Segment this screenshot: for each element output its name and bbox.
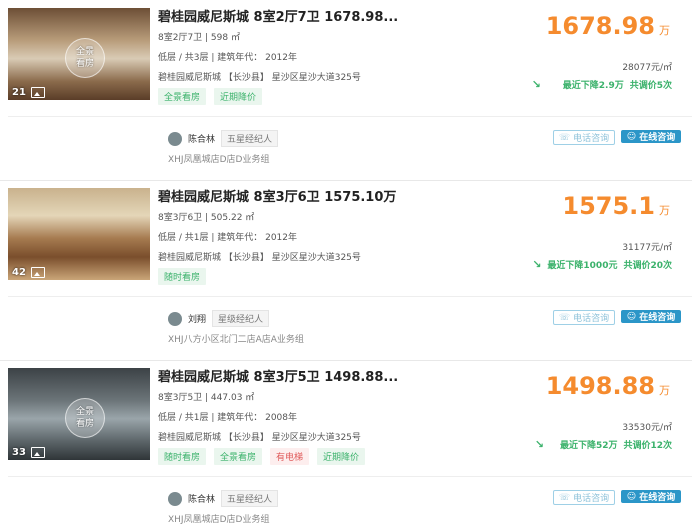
trend-down-icon: ↘ bbox=[534, 438, 544, 451]
chat-icon: ☺ bbox=[626, 131, 637, 142]
agent-level-badge: 五星经纪人 bbox=[221, 490, 279, 507]
agent-store: XHJ凤凰城店D店D业务组 bbox=[168, 515, 270, 525]
agent-level-badge: 星级经纪人 bbox=[212, 310, 270, 327]
tag-list: 全景看房 近期降价 bbox=[158, 88, 263, 105]
listing-card[interactable]: 42 碧桂园威尼斯城 8室3厅6卫 1575.10万 8室3厅6卫 | 505.… bbox=[0, 180, 692, 360]
floor-year: 低层 / 共3层 | 建筑年代： 2012年 bbox=[158, 53, 297, 63]
online-chat-button[interactable]: ☺ 在线咨询 bbox=[621, 310, 681, 323]
unit-price: 33530元/㎡ bbox=[622, 423, 672, 433]
listing-title[interactable]: 碧桂园威尼斯城 8室3厅6卫 1575.10万 bbox=[158, 186, 396, 205]
chat-icon: ☺ bbox=[626, 311, 637, 322]
agent-info[interactable]: 刘翔 星级经纪人 bbox=[168, 310, 270, 327]
phone-icon: ☏ bbox=[558, 132, 571, 143]
avatar[interactable] bbox=[168, 131, 182, 146]
tag: 近期降价 bbox=[214, 88, 263, 105]
agent-info[interactable]: 陈合林 五星经纪人 bbox=[168, 130, 279, 147]
tag: 全景看房 bbox=[158, 88, 207, 105]
house-photo[interactable]: 全景 看房 33 bbox=[8, 368, 150, 460]
tag: 随时看房 bbox=[158, 448, 207, 465]
house-photo[interactable]: 全景 看房 21 bbox=[8, 8, 150, 100]
trend-down-icon: ↘ bbox=[532, 258, 542, 271]
address[interactable]: 碧桂园威尼斯城 【长沙县】 星沙区星沙大道325号 bbox=[158, 70, 361, 83]
phone-consult-button[interactable]: ☏ 电话咨询 bbox=[553, 130, 615, 145]
price-trend: ↘ 最近下降2.9万 共调价5次 bbox=[531, 78, 672, 91]
phone-consult-button[interactable]: ☏ 电话咨询 bbox=[553, 310, 615, 325]
photo-count: 33 bbox=[12, 447, 45, 458]
agent-store: XHJ凤凰城店D店D业务组 bbox=[168, 155, 270, 165]
online-chat-button[interactable]: ☺ 在线咨询 bbox=[621, 490, 681, 503]
listing-title[interactable]: 碧桂园威尼斯城 8室2厅7卫 1678.98... bbox=[158, 6, 398, 25]
floor-year: 低层 / 共1层 | 建筑年代： 2008年 bbox=[158, 413, 297, 423]
total-price: 1575.1 万 bbox=[562, 192, 670, 220]
avatar[interactable] bbox=[168, 491, 182, 506]
phone-icon: ☏ bbox=[558, 492, 571, 503]
phone-consult-button[interactable]: ☏ 电话咨询 bbox=[553, 490, 615, 505]
image-icon bbox=[30, 87, 45, 98]
image-icon bbox=[30, 447, 45, 458]
chat-icon: ☺ bbox=[626, 491, 637, 502]
phone-icon: ☏ bbox=[558, 312, 571, 323]
unit-price: 31177元/㎡ bbox=[622, 243, 672, 253]
address[interactable]: 碧桂园威尼斯城 【长沙县】 星沙区星沙大道325号 bbox=[158, 250, 361, 263]
online-chat-button[interactable]: ☺ 在线咨询 bbox=[621, 130, 681, 143]
tag-list: 随时看房 bbox=[158, 268, 207, 285]
layout-area: 8室3厅5卫 | 447.03 ㎡ bbox=[158, 393, 255, 403]
listing-card[interactable]: 全景 看房 21 碧桂园威尼斯城 8室2厅7卫 1678.98... 8室2厅7… bbox=[0, 0, 692, 180]
tag-list: 随时看房 全景看房 有电梯 近期降价 bbox=[158, 448, 366, 465]
photo-count: 42 bbox=[12, 267, 45, 278]
agent-info[interactable]: 陈合林 五星经纪人 bbox=[168, 490, 279, 507]
listing-card[interactable]: 全景 看房 33 碧桂园威尼斯城 8室3厅5卫 1498.88... 8室3厅5… bbox=[0, 360, 692, 530]
agent-name[interactable]: 陈合林 bbox=[188, 132, 215, 145]
tag: 近期降价 bbox=[317, 448, 366, 465]
tag: 全景看房 bbox=[214, 448, 263, 465]
house-photo[interactable]: 42 bbox=[8, 188, 150, 280]
vr-tour-badge[interactable]: 全景 看房 bbox=[65, 38, 105, 78]
agent-level-badge: 五星经纪人 bbox=[221, 130, 279, 147]
image-icon bbox=[30, 267, 45, 278]
address[interactable]: 碧桂园威尼斯城 【长沙县】 星沙区星沙大道325号 bbox=[158, 430, 361, 443]
agent-name[interactable]: 刘翔 bbox=[188, 312, 206, 325]
trend-down-icon: ↘ bbox=[531, 78, 541, 91]
agent-store: XHJ八方小区北门二店A店A业务组 bbox=[168, 335, 304, 345]
floor-year: 低层 / 共1层 | 建筑年代： 2012年 bbox=[158, 233, 297, 243]
price-trend: ↘ 最近下降52万 共调价12次 bbox=[534, 438, 672, 451]
avatar[interactable] bbox=[168, 311, 182, 326]
layout-area: 8室2厅7卫 | 598 ㎡ bbox=[158, 33, 240, 43]
total-price: 1678.98 万 bbox=[545, 12, 670, 40]
vr-tour-badge[interactable]: 全景 看房 bbox=[65, 398, 105, 438]
agent-name[interactable]: 陈合林 bbox=[188, 492, 215, 505]
layout-area: 8室3厅6卫 | 505.22 ㎡ bbox=[158, 213, 255, 223]
tag: 有电梯 bbox=[270, 448, 310, 465]
price-trend: ↘ 最近下降1000元 共调价20次 bbox=[532, 258, 672, 271]
total-price: 1498.88 万 bbox=[545, 372, 670, 400]
photo-count: 21 bbox=[12, 87, 45, 98]
tag: 随时看房 bbox=[158, 268, 207, 285]
listing-title[interactable]: 碧桂园威尼斯城 8室3厅5卫 1498.88... bbox=[158, 366, 398, 385]
unit-price: 28077元/㎡ bbox=[622, 63, 672, 73]
